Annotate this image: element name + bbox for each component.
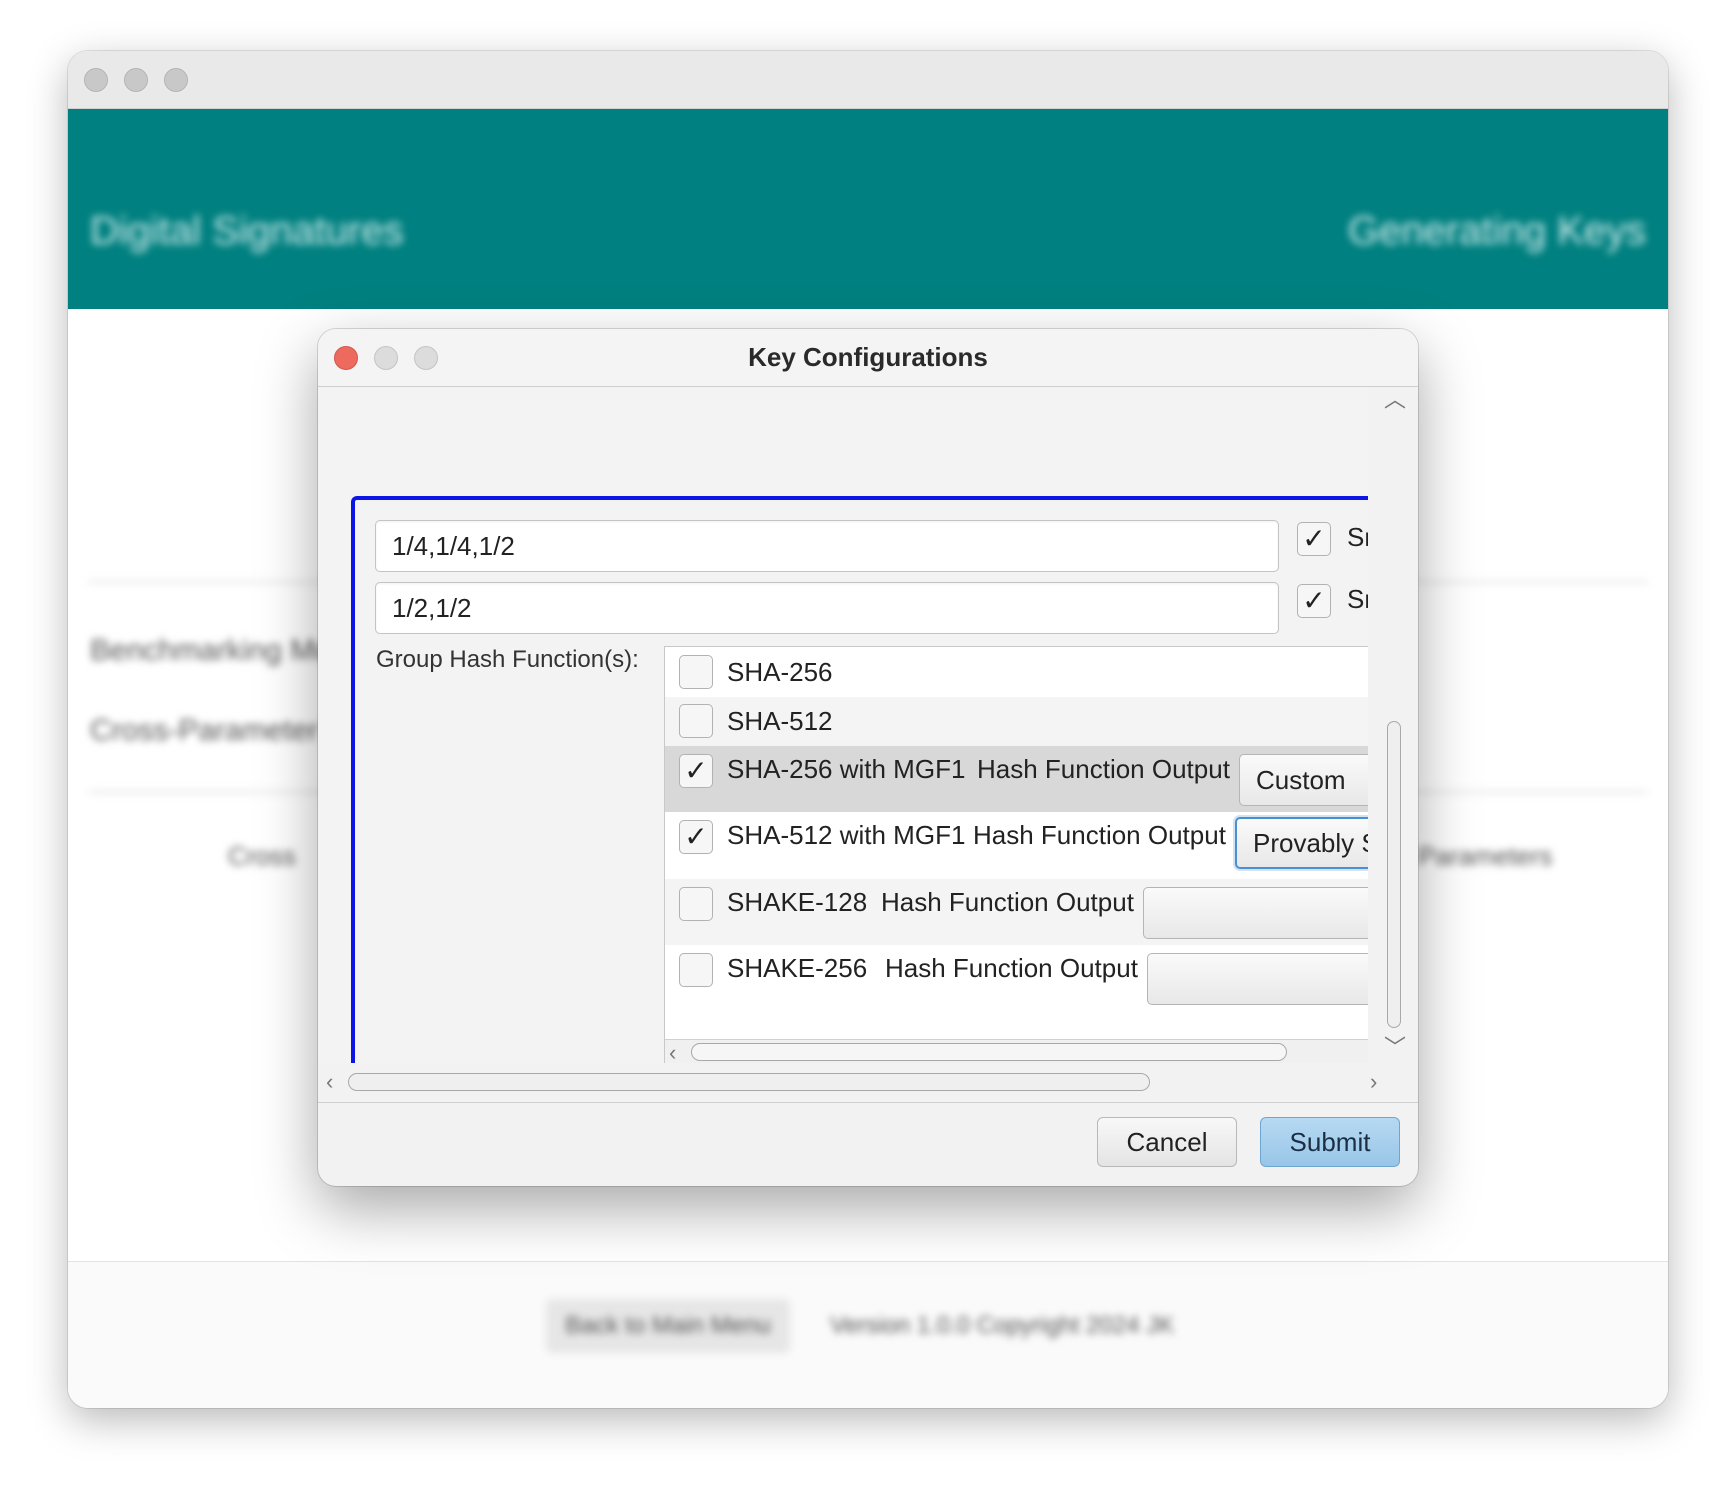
group-hash-label: Group Hash Function(s): (376, 646, 639, 673)
chevron-down-icon[interactable]: ﹀ (1384, 1037, 1406, 1059)
hash-output-select[interactable]: Custom (1239, 754, 1368, 806)
hash-row-sha512[interactable]: SHA-512 (665, 697, 1368, 746)
shake256-checkbox[interactable] (679, 953, 713, 987)
check-icon: ✓ (1302, 585, 1326, 616)
hash-row-shake128[interactable]: SHAKE-128 Hash Function Output (665, 879, 1368, 945)
hash-name: SHA-256 with MGF1 (727, 754, 966, 784)
hash-row-sha512-mgf1[interactable]: ✓ SHA-512 with MGF1 Hash Function Output… (665, 812, 1368, 879)
field1-checkbox[interactable]: ✓ (1297, 522, 1331, 556)
hash-row-shake256[interactable]: SHAKE-256 Hash Function Output (665, 945, 1368, 1011)
hash-output-select[interactable] (1143, 887, 1368, 939)
horizontal-scroll-thumb[interactable] (348, 1073, 1150, 1091)
field2-checkbox-label: Sm (1347, 584, 1368, 614)
hash-name: SHA-256 (727, 657, 833, 687)
sha512-mgf1-checkbox[interactable]: ✓ (679, 820, 713, 854)
chevron-left-icon[interactable]: ‹ (326, 1071, 333, 1093)
cancel-button[interactable]: Cancel (1097, 1117, 1237, 1167)
check-icon: ✓ (684, 755, 708, 786)
check-icon: ✓ (1302, 523, 1326, 554)
vertical-scroll-thumb[interactable] (1387, 721, 1401, 1028)
key-configurations-dialog: Key Configurations 1/4,1/4,1/2 ✓ Sm 1/2,… (318, 329, 1418, 1186)
hash-row-sha256-mgf1[interactable]: ✓ SHA-256 with MGF1 Hash Function Output… (665, 746, 1368, 812)
dialog-horizontal-scrollbar[interactable]: ‹ › (318, 1063, 1418, 1103)
hash-name: SHA-512 with MGF1 (727, 820, 966, 850)
cross-option-label: Cross (228, 841, 296, 871)
hash-name: SHAKE-128 (727, 887, 868, 917)
hash-list-scroll-thumb[interactable] (691, 1043, 1287, 1061)
version-text: Version 1.0.0 Copyright 2024 JK (830, 1312, 1175, 1339)
hash-output-select[interactable]: Provably Se (1235, 817, 1368, 869)
hash-output-select[interactable] (1147, 953, 1368, 1005)
hash-output-label: Hash Function Output (881, 887, 1134, 917)
sha512-checkbox[interactable] (679, 704, 713, 738)
dialog-titlebar: Key Configurations (318, 329, 1418, 387)
chevron-up-icon[interactable]: ︿ (1384, 389, 1406, 411)
ratio-field-2[interactable]: 1/2,1/2 (375, 582, 1279, 634)
hash-name: SHA-512 (727, 706, 833, 736)
hash-row-sha256[interactable]: SHA-256 (665, 647, 1368, 697)
field1-checkbox-label: Sm (1347, 522, 1368, 552)
shake128-checkbox[interactable] (679, 887, 713, 921)
app-zoom-light[interactable] (164, 68, 188, 92)
hash-output-label: Hash Function Output (973, 820, 1226, 850)
hash-name: SHAKE-256 (727, 953, 868, 983)
hash-list-horizontal-scrollbar[interactable]: ‹ (665, 1039, 1368, 1063)
parameters-option-label: Parameters (1418, 841, 1553, 871)
submit-button[interactable]: Submit (1260, 1117, 1400, 1167)
dialog-title: Key Configurations (748, 342, 988, 372)
app-close-light[interactable] (84, 68, 108, 92)
app-minimize-light[interactable] (124, 68, 148, 92)
sha256-checkbox[interactable] (679, 655, 713, 689)
hash-output-label: Hash Function Output (885, 953, 1138, 983)
hash-output-label: Hash Function Output (977, 754, 1230, 784)
ratio-field-1[interactable]: 1/4,1/4,1/2 (375, 520, 1279, 572)
hash-function-list[interactable]: SHA-256 SHA-512 ✓ SHA-256 with MGF1 Hash… (664, 646, 1368, 1063)
back-to-main-menu-button[interactable]: Back to Main Menu (546, 1299, 790, 1353)
app-header: Digital Signatures Generating Keys (68, 109, 1668, 309)
app-titlebar (68, 51, 1668, 109)
chevron-right-icon[interactable]: › (1370, 1071, 1377, 1093)
app-header-subtitle: Generating Keys (1348, 209, 1646, 253)
dialog-vertical-scrollbar[interactable]: ︿ ﹀ (1376, 387, 1416, 1063)
check-icon: ✓ (684, 821, 708, 852)
dialog-scroll-pane[interactable]: 1/4,1/4,1/2 ✓ Sm 1/2,1/2 ✓ Sm Group Hash… (318, 387, 1368, 1063)
chevron-left-icon[interactable]: ‹ (669, 1042, 676, 1064)
app-header-title: Digital Signatures (90, 209, 404, 253)
sha256-mgf1-checkbox[interactable]: ✓ (679, 754, 713, 788)
field2-checkbox[interactable]: ✓ (1297, 584, 1331, 618)
